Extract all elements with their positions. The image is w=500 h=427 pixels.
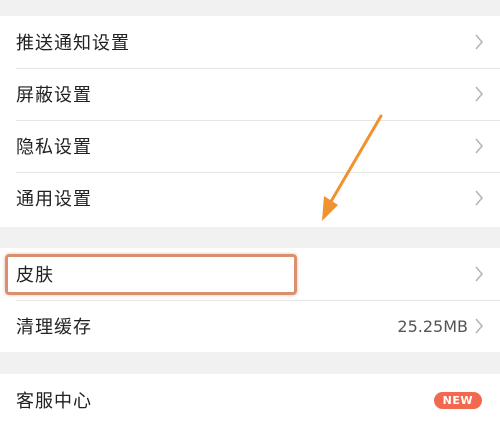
chevron-right-icon — [472, 188, 486, 208]
chevron-right-icon — [472, 316, 486, 336]
settings-item-skin[interactable]: 皮肤 — [0, 248, 500, 300]
chevron-right-icon — [472, 32, 486, 52]
chevron-right-icon — [472, 84, 486, 104]
settings-item-privacy[interactable]: 隐私设置 — [0, 120, 500, 172]
chevron-right-icon — [472, 264, 486, 284]
cache-size-value: 25.25MB — [397, 316, 468, 336]
chevron-right-icon — [472, 136, 486, 156]
settings-item-general[interactable]: 通用设置 — [0, 172, 500, 224]
settings-group-general: 推送通知设置 屏蔽设置 隐私设置 通用设置 — [0, 16, 500, 227]
new-badge: NEW — [433, 391, 482, 409]
settings-item-label: 清理缓存 — [16, 317, 92, 338]
settings-page: 推送通知设置 屏蔽设置 隐私设置 通用设置 皮肤 清理缓存 25.25MB 客服… — [0, 0, 500, 427]
settings-item-label: 皮肤 — [16, 265, 54, 286]
settings-item-label: 通用设置 — [16, 189, 92, 210]
settings-item-label: 推送通知设置 — [16, 33, 130, 54]
settings-item-label: 屏蔽设置 — [16, 85, 92, 106]
settings-group-appearance: 皮肤 清理缓存 25.25MB — [0, 248, 500, 352]
settings-item-label: 隐私设置 — [16, 137, 92, 158]
settings-item-label: 客服中心 — [16, 391, 92, 412]
settings-item-push-notifications[interactable]: 推送通知设置 — [0, 16, 500, 68]
settings-item-customer-service[interactable]: 客服中心 NEW — [0, 374, 500, 426]
settings-group-support: 客服中心 NEW — [0, 374, 500, 427]
settings-item-block[interactable]: 屏蔽设置 — [0, 68, 500, 120]
settings-item-clear-cache[interactable]: 清理缓存 25.25MB — [0, 300, 500, 352]
